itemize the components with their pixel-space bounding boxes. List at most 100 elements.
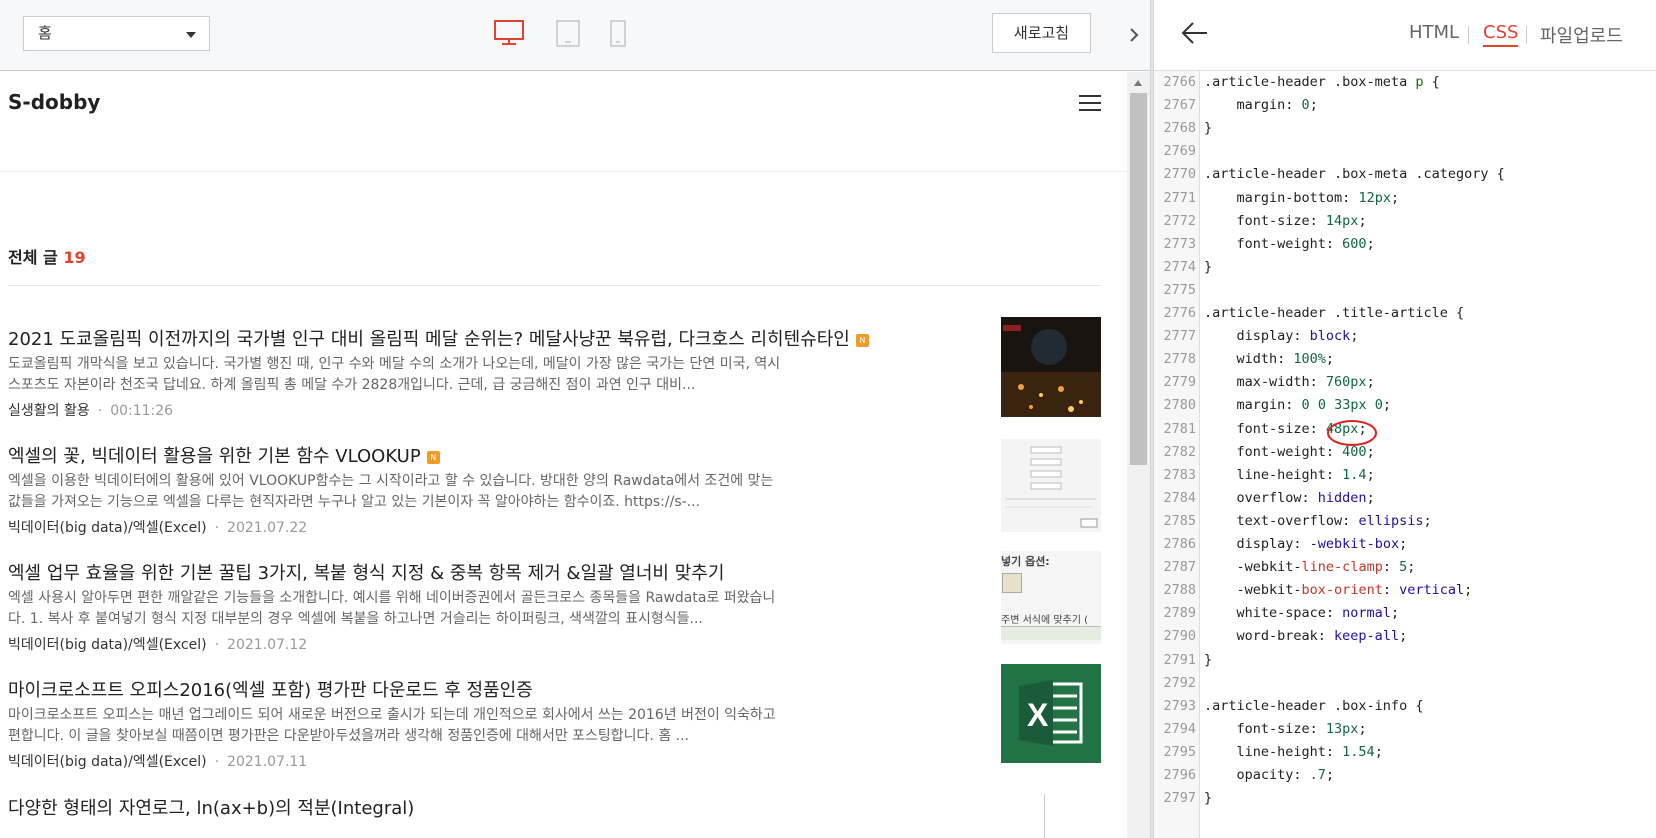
preview-scrollbar[interactable] bbox=[1127, 72, 1150, 838]
code-line[interactable]: text-overflow: ellipsis; bbox=[1204, 509, 1432, 533]
post-summary: 도쿄올림픽 개막식을 보고 있습니다. 국가별 행진 때, 인구 수와 메달 수… bbox=[8, 356, 781, 393]
code-line[interactable]: .article-header .box-info { bbox=[1204, 694, 1423, 718]
post-thumbnail[interactable] bbox=[1001, 317, 1101, 417]
code-line[interactable]: .article-header .title-article { bbox=[1204, 301, 1464, 325]
line-number: 2772 bbox=[1163, 212, 1196, 229]
code-line[interactable]: .article-header .box-meta .category { bbox=[1204, 162, 1505, 186]
tablet-icon[interactable] bbox=[556, 20, 580, 47]
editor-toolbar: HTML CSS 파일업로드 bbox=[1154, 0, 1656, 71]
code-line[interactable]: display: -webkit-box; bbox=[1204, 532, 1408, 556]
post-meta: 빅데이터(big data)/엑셀(Excel) · 2021.07.11 bbox=[8, 754, 308, 770]
new-badge: N bbox=[426, 451, 440, 464]
code-line[interactable]: margin-bottom: 12px; bbox=[1204, 186, 1400, 210]
refresh-button[interactable]: 새로고침 bbox=[992, 13, 1091, 53]
code-line[interactable]: overflow: hidden; bbox=[1204, 486, 1375, 510]
css-code-editor[interactable]: 2766 2767 2768 2769 2770 2771 2772 2773 2774 2775… bbox=[1154, 71, 1656, 838]
code-line[interactable]: font-weight: 600; bbox=[1204, 232, 1375, 256]
code-line[interactable]: opacity: .7; bbox=[1204, 763, 1335, 787]
line-number: 2793 bbox=[1163, 697, 1196, 714]
post-category[interactable]: 빅데이터(big data)/엑셀(Excel) bbox=[8, 520, 207, 536]
post-title[interactable]: 다양한 형태의 자연로그, ln(ax+b)의 적분(Integral) bbox=[8, 794, 414, 820]
post-thumbnail[interactable] bbox=[1001, 439, 1101, 532]
code-line[interactable]: width: 100%; bbox=[1204, 347, 1335, 371]
code-line[interactable]: } bbox=[1204, 116, 1212, 140]
line-number: 2794 bbox=[1163, 720, 1196, 737]
desktop-icon[interactable] bbox=[494, 19, 524, 47]
code-line[interactable]: } bbox=[1204, 255, 1212, 279]
post-title[interactable]: 2021 도쿄올림픽 이전까지의 국가별 인구 대비 올림픽 메달 순위는? 메… bbox=[8, 325, 869, 351]
code-line[interactable]: line-height: 1.54; bbox=[1204, 740, 1383, 764]
arrow-left-icon[interactable] bbox=[1180, 18, 1210, 48]
line-number: 2782 bbox=[1163, 443, 1196, 460]
total-posts-heading: 전체 글 19 bbox=[8, 244, 86, 268]
post-summary: 엑셀을 이용한 빅데이터에의 활용에 있어 VLOOKUP함수는 그 시작이라고… bbox=[8, 473, 774, 510]
list-divider bbox=[8, 285, 1101, 286]
line-number: 2787 bbox=[1163, 559, 1196, 576]
line-number: 2767 bbox=[1163, 97, 1196, 114]
line-number: 2791 bbox=[1163, 651, 1196, 668]
code-line[interactable]: } bbox=[1204, 786, 1212, 810]
tab-css[interactable]: CSS bbox=[1483, 22, 1519, 47]
code-line[interactable]: line-height: 1.4; bbox=[1204, 463, 1375, 487]
menu-icon[interactable] bbox=[1079, 94, 1101, 112]
line-number: 2788 bbox=[1163, 582, 1196, 599]
post-meta: 실생활의 활용 · 00:11:26 bbox=[8, 403, 174, 419]
preview-toolbar: 홈 새로고침 bbox=[0, 0, 1150, 71]
line-number: 2768 bbox=[1163, 120, 1196, 137]
line-number: 2779 bbox=[1163, 374, 1196, 391]
line-number: 2796 bbox=[1163, 767, 1196, 783]
chevron-down-icon bbox=[186, 32, 196, 38]
code-line[interactable]: display: block; bbox=[1204, 324, 1359, 348]
post-category[interactable]: 실생활의 활용 bbox=[8, 403, 90, 419]
code-line[interactable]: margin: 0 0 33px 0; bbox=[1204, 393, 1392, 417]
paste-icon bbox=[1002, 573, 1022, 593]
line-number: 2789 bbox=[1163, 605, 1196, 622]
post-thumbnail[interactable]: 넣기 옵션: 주변 서식에 맞추기 ( bbox=[1001, 551, 1101, 644]
blog-preview: S-dobby 전체 글 19 2021 도쿄올림픽 이전까지의 국가별 인구 … bbox=[0, 72, 1127, 838]
post-title[interactable]: 마이크로소프트 오피스2016(엑셀 포함) 평가판 다운로드 후 정품인증 bbox=[8, 676, 533, 702]
line-number: 2771 bbox=[1163, 189, 1196, 206]
chevron-right-icon[interactable] bbox=[1122, 20, 1146, 50]
preview-pane: 홈 새로고침 S-dobby 전체 글 19 2021 도쿄올림픽 이전까지의 … bbox=[0, 0, 1150, 838]
total-count: 19 bbox=[63, 248, 86, 267]
post-meta: 빅데이터(big data)/엑셀(Excel) · 2021.07.22 bbox=[8, 520, 308, 536]
line-number: 2795 bbox=[1163, 743, 1196, 760]
page-select[interactable]: 홈 bbox=[23, 16, 210, 51]
line-number: 2766 bbox=[1163, 74, 1196, 90]
line-number: 2776 bbox=[1163, 305, 1196, 321]
post-date: 2021.07.11 bbox=[227, 754, 308, 770]
code-line[interactable]: font-size: 14px; bbox=[1204, 209, 1367, 233]
code-line[interactable]: max-width: 760px; bbox=[1204, 370, 1375, 394]
post-category[interactable]: 빅데이터(big data)/엑셀(Excel) bbox=[8, 754, 207, 770]
mobile-icon[interactable] bbox=[610, 20, 626, 47]
excel-logo-icon[interactable]: X bbox=[1001, 664, 1101, 763]
code-line[interactable]: .article-header .box-meta p { bbox=[1204, 71, 1440, 94]
line-number: 2773 bbox=[1163, 235, 1196, 252]
new-badge: N bbox=[855, 334, 869, 347]
line-number: 2797 bbox=[1163, 790, 1196, 807]
code-line[interactable]: word-break: keep-all; bbox=[1204, 624, 1408, 648]
post-title[interactable]: 엑셀의 꽃, 빅데이터 활용을 위한 기본 함수 VLOOKUP N bbox=[8, 442, 440, 468]
line-number-gutter: 2766 2767 2768 2769 2770 2771 2772 2773 2774 2775… bbox=[1154, 71, 1200, 838]
line-number: 2790 bbox=[1163, 628, 1196, 645]
skin-editor: HTML CSS 파일업로드 2766 2767 2768 2769 2770 2771 2… bbox=[1154, 0, 1656, 838]
line-number: 2769 bbox=[1163, 143, 1196, 160]
code-line[interactable]: } bbox=[1204, 648, 1212, 672]
code-line[interactable]: -webkit-box-orient: vertical; bbox=[1204, 578, 1473, 602]
thumb-caption: 주변 서식에 맞추기 ( bbox=[1001, 615, 1089, 626]
post-category[interactable]: 빅데이터(big data)/엑셀(Excel) bbox=[8, 637, 207, 653]
code-line[interactable]: -webkit-line-clamp: 5; bbox=[1204, 555, 1416, 579]
line-number: 2777 bbox=[1163, 328, 1196, 345]
scrollbar-thumb[interactable] bbox=[1130, 93, 1147, 465]
post-date: 2021.07.22 bbox=[227, 520, 308, 536]
code-line[interactable]: font-size: 13px; bbox=[1204, 717, 1367, 741]
line-number: 2778 bbox=[1163, 351, 1196, 368]
code-line[interactable]: margin: 0; bbox=[1204, 93, 1318, 117]
line-number: 2786 bbox=[1163, 536, 1196, 552]
scroll-up-icon[interactable] bbox=[1134, 80, 1142, 86]
tab-file-upload[interactable]: 파일업로드 bbox=[1540, 22, 1623, 48]
tab-html[interactable]: HTML bbox=[1409, 22, 1459, 43]
post-title[interactable]: 엑셀 업무 효율을 위한 기본 꿀팁 3가지, 복붙 형식 지정 & 중복 항목… bbox=[8, 559, 724, 585]
blog-title[interactable]: S-dobby bbox=[8, 90, 100, 114]
code-line[interactable]: white-space: normal; bbox=[1204, 601, 1400, 625]
